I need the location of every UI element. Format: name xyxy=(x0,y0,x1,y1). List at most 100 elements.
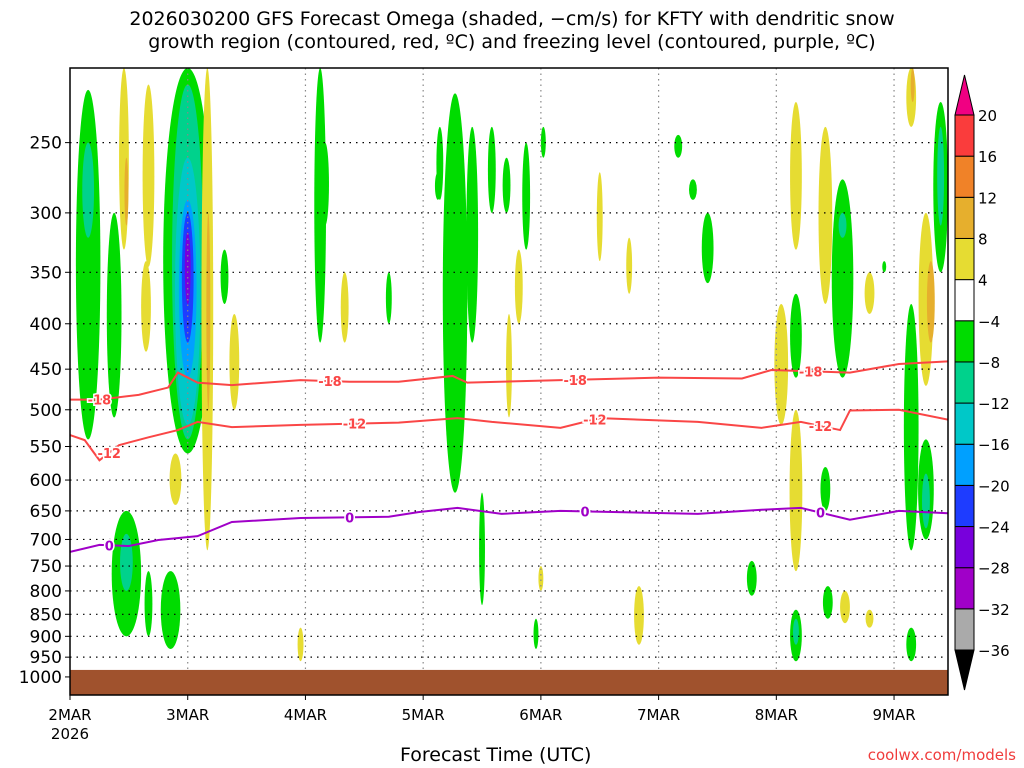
colorbar-box xyxy=(954,320,975,363)
y-tick-label: 700 xyxy=(30,530,62,550)
y-tick-label: 800 xyxy=(30,582,62,602)
y-tick-label: 850 xyxy=(30,605,62,625)
colorbar-label: −36 xyxy=(978,642,1010,660)
x-tick-label: 3MAR xyxy=(166,706,209,724)
omega-shade-blob xyxy=(82,142,95,238)
omega-time-height-plot: -18 -18 -18 -18 -12 -12 -12 -12 0 0 0 0 250 300 350 400… xyxy=(19,67,1010,743)
colorbar-label: 16 xyxy=(978,148,997,166)
x-tick-sublabel: 2026 xyxy=(51,725,89,743)
contour-label: 0 xyxy=(816,507,825,522)
omega-shade-blob xyxy=(124,157,129,226)
x-tick-label: 8MAR xyxy=(755,706,798,724)
omega-shade-blob xyxy=(184,231,191,304)
y-tick-label: 750 xyxy=(30,557,62,577)
omega-shade-blob xyxy=(144,571,153,637)
omega-shade-blob xyxy=(820,466,831,511)
y-tick-label: 950 xyxy=(30,648,62,668)
omega-shade-blob xyxy=(922,473,930,529)
omega-shade-blob xyxy=(119,68,129,250)
omega-shade-blob xyxy=(674,134,683,158)
colorbar-label: −24 xyxy=(978,519,1010,537)
omega-shade-blob xyxy=(533,618,539,649)
contour-label: -12 xyxy=(343,418,367,433)
x-tick-label: 6MAR xyxy=(519,706,562,724)
omega-shade-blob xyxy=(818,126,833,304)
contour-label: -18 xyxy=(318,375,342,390)
y-tick-label: 400 xyxy=(30,315,62,335)
contour-label: -18 xyxy=(563,374,587,389)
chart-root: 2026030200 GFS Forecast Omega (shaded, −… xyxy=(0,0,1024,768)
omega-shade-blob xyxy=(910,68,915,103)
x-tick-label: 4MAR xyxy=(284,706,327,724)
contour-label: -18 xyxy=(88,394,112,409)
x-tick-label: 2MAR xyxy=(48,706,91,724)
colorbar-under-triangle xyxy=(954,649,975,691)
omega-shade-blob xyxy=(297,627,304,662)
y-tick-label: 600 xyxy=(30,471,62,491)
contour-label: -12 xyxy=(583,413,607,428)
omega-shade-blob xyxy=(903,303,919,551)
omega-shade-blob xyxy=(838,212,847,238)
omega-shade-blob xyxy=(689,179,697,200)
y-tick-label: 500 xyxy=(30,401,62,421)
omega-shade-blob xyxy=(120,533,133,591)
omega-shade-blob xyxy=(596,172,603,262)
colorbar-box xyxy=(954,155,975,198)
colorbar-label: 8 xyxy=(978,230,988,248)
colorbar-box xyxy=(954,443,975,486)
y-tick-label: 350 xyxy=(30,263,62,283)
colorbar-box xyxy=(954,237,975,281)
omega-shade-blob xyxy=(141,261,151,352)
colorbar-label: −32 xyxy=(978,601,1010,619)
x-tick-label: 7MAR xyxy=(637,706,680,724)
omega-shade-blob xyxy=(831,179,854,378)
omega-shade-blob xyxy=(626,237,633,294)
contour-label: 0 xyxy=(345,511,354,526)
colorbar-box xyxy=(954,484,975,528)
colorbar-label: 12 xyxy=(978,189,997,207)
x-tick-label: 5MAR xyxy=(402,706,445,724)
colorbar-box xyxy=(954,196,975,239)
colorbar-box xyxy=(954,279,975,322)
omega-shade-blob xyxy=(160,571,181,649)
plot-area: -18 -18 -18 -18 -12 -12 -12 -12 0 0 0 0 xyxy=(70,68,948,695)
contour-label: -12 xyxy=(809,420,833,435)
omega-shade-blob xyxy=(479,492,485,606)
omega-shade-blob xyxy=(865,609,874,628)
omega-shade-blob xyxy=(906,627,917,662)
colorbar-label: 4 xyxy=(978,272,988,290)
colorbar-label: −20 xyxy=(978,477,1010,495)
contour-label: -12 xyxy=(97,447,121,462)
y-tick-label: 650 xyxy=(30,502,62,522)
colorbar-label: −12 xyxy=(978,395,1010,413)
x-axis-label: Forecast Time (UTC) xyxy=(400,744,592,766)
omega-shade-blob xyxy=(522,142,531,250)
omega-shade-blob xyxy=(926,261,935,343)
colorbar-label: −16 xyxy=(978,436,1010,454)
y-tick-label: 900 xyxy=(30,627,62,647)
omega-shade-blob xyxy=(321,142,329,226)
omega-shade-blob xyxy=(789,409,803,572)
omega-shade-blob xyxy=(106,212,122,418)
omega-shade-blob xyxy=(385,272,392,324)
omega-shade-blob xyxy=(206,212,211,410)
omega-shade-blob xyxy=(142,84,155,267)
contour-label: 0 xyxy=(105,539,114,554)
colorbar-box xyxy=(954,608,975,651)
colorbar-box xyxy=(954,114,975,157)
omega-shade-blob xyxy=(229,314,240,410)
omega-shade-blob xyxy=(793,618,799,645)
omega-shade-blob xyxy=(937,126,945,226)
y-tick-label: 250 xyxy=(30,134,62,154)
contour-label: 0 xyxy=(581,505,590,520)
y-tick-label: 550 xyxy=(30,438,62,458)
colorbar-box xyxy=(954,567,975,610)
omega-shade-blob xyxy=(882,261,887,273)
x-tick-label: 9MAR xyxy=(872,706,915,724)
colorbar-label: 20 xyxy=(978,107,997,125)
omega-shade-blob xyxy=(506,314,512,418)
omega-shade-blob xyxy=(864,272,875,315)
omega-shade-blob xyxy=(746,560,757,596)
omega-shade-blob xyxy=(436,126,444,200)
credit-link[interactable]: coolwx.com/models xyxy=(868,746,1016,764)
